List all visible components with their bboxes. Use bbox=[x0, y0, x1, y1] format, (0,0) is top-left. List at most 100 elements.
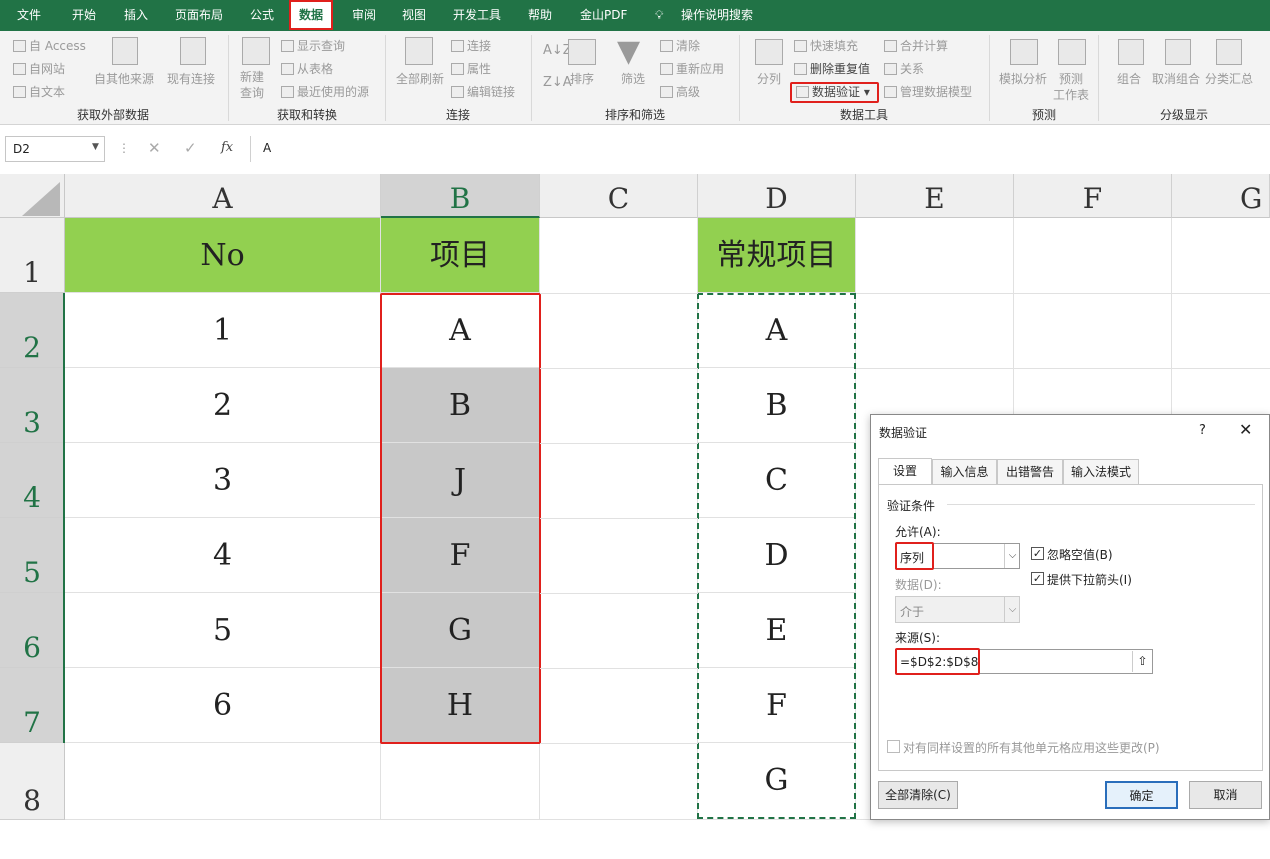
cell-b1[interactable]: 项目 bbox=[381, 218, 540, 293]
edit-links-button[interactable]: 编辑链接 bbox=[451, 84, 515, 100]
cell-a2[interactable]: 1 bbox=[65, 293, 381, 368]
cell-d1[interactable]: 常规项目 bbox=[698, 218, 856, 293]
advanced-filter-button[interactable]: 高级 bbox=[660, 84, 700, 100]
formula-input[interactable]: A bbox=[250, 136, 1270, 162]
tab-ime-mode[interactable]: 输入法模式 bbox=[1063, 459, 1139, 484]
cell-a3[interactable]: 2 bbox=[65, 368, 381, 443]
cell-a8[interactable] bbox=[65, 743, 381, 820]
row-header-3[interactable]: 3 bbox=[0, 368, 65, 443]
clear-filter-button[interactable]: 清除 bbox=[660, 38, 700, 54]
relationships-button[interactable]: 关系 bbox=[884, 61, 924, 77]
column-header-e[interactable]: E bbox=[856, 174, 1014, 218]
column-header-b[interactable]: B bbox=[381, 174, 540, 218]
group-button[interactable]: 组合 bbox=[1117, 71, 1141, 87]
sort-descending-icon[interactable]: Z↓A bbox=[543, 75, 572, 91]
from-web-button[interactable]: 自网站 bbox=[13, 61, 65, 77]
text-to-columns-button[interactable]: 分列 bbox=[757, 71, 781, 87]
cancel-icon[interactable]: ✕ bbox=[148, 139, 161, 157]
ungroup-button[interactable]: 取消组合 bbox=[1152, 71, 1200, 87]
chevron-down-icon[interactable]: ⌵ bbox=[1004, 544, 1020, 568]
tab-error-alert[interactable]: 出错警告 bbox=[997, 459, 1063, 484]
column-header-f[interactable]: F bbox=[1014, 174, 1172, 218]
menu-formulas[interactable]: 公式 bbox=[250, 0, 274, 31]
existing-connections-button[interactable]: 现有连接 bbox=[167, 71, 215, 87]
column-header-a[interactable]: A bbox=[65, 174, 381, 218]
menu-data[interactable]: 数据 bbox=[289, 0, 334, 30]
apply-all-checkbox[interactable] bbox=[887, 740, 900, 753]
tab-settings[interactable]: 设置 bbox=[878, 458, 932, 485]
properties-button[interactable]: 属性 bbox=[451, 61, 491, 77]
column-header-c[interactable]: C bbox=[540, 174, 698, 218]
cell-b8[interactable] bbox=[381, 743, 540, 820]
confirm-icon[interactable]: ✓ bbox=[184, 139, 197, 157]
menu-home[interactable]: 开始 bbox=[72, 0, 96, 31]
ignore-blank-checkbox[interactable]: ✓ bbox=[1031, 547, 1044, 560]
cell-a5[interactable]: 4 bbox=[65, 518, 381, 593]
cell-a4[interactable]: 3 bbox=[65, 443, 381, 518]
show-queries-button[interactable]: 显示查询 bbox=[281, 38, 345, 54]
new-query-button[interactable]: 新建 查询 bbox=[240, 69, 264, 101]
menu-kingsoft-pdf[interactable]: 金山PDF bbox=[580, 0, 627, 31]
what-if-button[interactable]: 模拟分析 bbox=[999, 71, 1047, 87]
from-access-button[interactable]: 自 Access bbox=[13, 38, 86, 54]
connections-icon bbox=[451, 40, 464, 52]
chevron-down-icon[interactable]: ⌵ bbox=[1004, 597, 1020, 622]
menu-page-layout[interactable]: 页面布局 bbox=[175, 0, 223, 31]
forecast-sheet-button[interactable]: 预测 工作表 bbox=[1053, 71, 1089, 103]
drag-handle-icon[interactable]: ⋮ bbox=[118, 141, 130, 155]
data-select[interactable]: 介于 ⌵ bbox=[895, 596, 1020, 623]
manage-data-model-button[interactable]: 管理数据模型 bbox=[884, 84, 972, 100]
column-header-g[interactable]: G bbox=[1172, 174, 1270, 218]
sort-button[interactable]: 排序 bbox=[570, 71, 594, 87]
row-header-5[interactable]: 5 bbox=[0, 518, 65, 593]
dropdown-arrow-checkbox[interactable]: ✓ bbox=[1031, 572, 1044, 585]
cell-a1[interactable]: No bbox=[65, 218, 381, 293]
ok-button[interactable]: 确定 bbox=[1105, 781, 1178, 809]
close-icon[interactable]: ✕ bbox=[1239, 420, 1252, 439]
help-button[interactable]: ? bbox=[1199, 423, 1206, 438]
flash-fill-button[interactable]: 快速填充 bbox=[794, 38, 858, 54]
from-table-button[interactable]: 从表格 bbox=[281, 61, 333, 77]
filter-button[interactable]: 筛选 bbox=[621, 71, 645, 87]
subtotal-button[interactable]: 分类汇总 bbox=[1205, 71, 1253, 87]
cell-a7[interactable]: 6 bbox=[65, 668, 381, 743]
name-box[interactable]: D2 ▼ bbox=[5, 136, 105, 162]
data-select-value: 介于 bbox=[900, 605, 925, 619]
menu-view[interactable]: 视图 bbox=[402, 0, 426, 31]
column-header-d[interactable]: D bbox=[698, 174, 856, 218]
selection-range-highlight bbox=[380, 293, 541, 744]
row-header-4[interactable]: 4 bbox=[0, 443, 65, 518]
menu-insert[interactable]: 插入 bbox=[124, 0, 148, 31]
select-all-triangle-icon bbox=[22, 182, 60, 216]
cell-a6[interactable]: 5 bbox=[65, 593, 381, 668]
clear-all-button[interactable]: 全部清除(C) bbox=[878, 781, 958, 809]
menu-developer[interactable]: 开发工具 bbox=[453, 0, 501, 31]
tell-me-search[interactable]: 操作说明搜索 bbox=[681, 0, 753, 31]
recent-sources-button[interactable]: 最近使用的源 bbox=[281, 84, 369, 100]
select-all-corner[interactable] bbox=[0, 174, 65, 218]
remove-duplicates-label: 删除重复值 bbox=[810, 62, 871, 76]
row-header-7[interactable]: 7 bbox=[0, 668, 65, 743]
gridline bbox=[540, 593, 698, 594]
row-header-6[interactable]: 6 bbox=[0, 593, 65, 668]
menu-review[interactable]: 审阅 bbox=[352, 0, 376, 31]
row-header-8[interactable]: 8 bbox=[0, 743, 65, 820]
tab-input-message[interactable]: 输入信息 bbox=[932, 459, 997, 484]
insert-function-icon[interactable]: fx bbox=[221, 140, 233, 155]
reapply-button[interactable]: 重新应用 bbox=[660, 61, 724, 77]
menu-file[interactable]: 文件 bbox=[17, 0, 41, 31]
connections-button[interactable]: 连接 bbox=[451, 38, 491, 54]
remove-duplicates-button[interactable]: 删除重复值 bbox=[794, 61, 870, 77]
row-header-1[interactable]: 1 bbox=[0, 218, 65, 293]
cancel-button[interactable]: 取消 bbox=[1189, 781, 1262, 809]
row-header-2[interactable]: 2 bbox=[0, 293, 65, 368]
other-sources-button[interactable]: 自其他来源 bbox=[94, 71, 154, 87]
column-c-cells[interactable] bbox=[540, 218, 698, 820]
chevron-down-icon[interactable]: ▼ bbox=[92, 142, 99, 152]
collapse-dialog-icon[interactable]: ⇧ bbox=[1132, 651, 1152, 672]
menu-help[interactable]: 帮助 bbox=[528, 0, 552, 31]
from-text-button[interactable]: 自文本 bbox=[13, 84, 65, 100]
consolidate-button[interactable]: 合并计算 bbox=[884, 38, 948, 54]
refresh-all-button[interactable]: 全部刷新 bbox=[396, 71, 444, 87]
group-label-forecast: 预测 bbox=[1032, 108, 1057, 122]
